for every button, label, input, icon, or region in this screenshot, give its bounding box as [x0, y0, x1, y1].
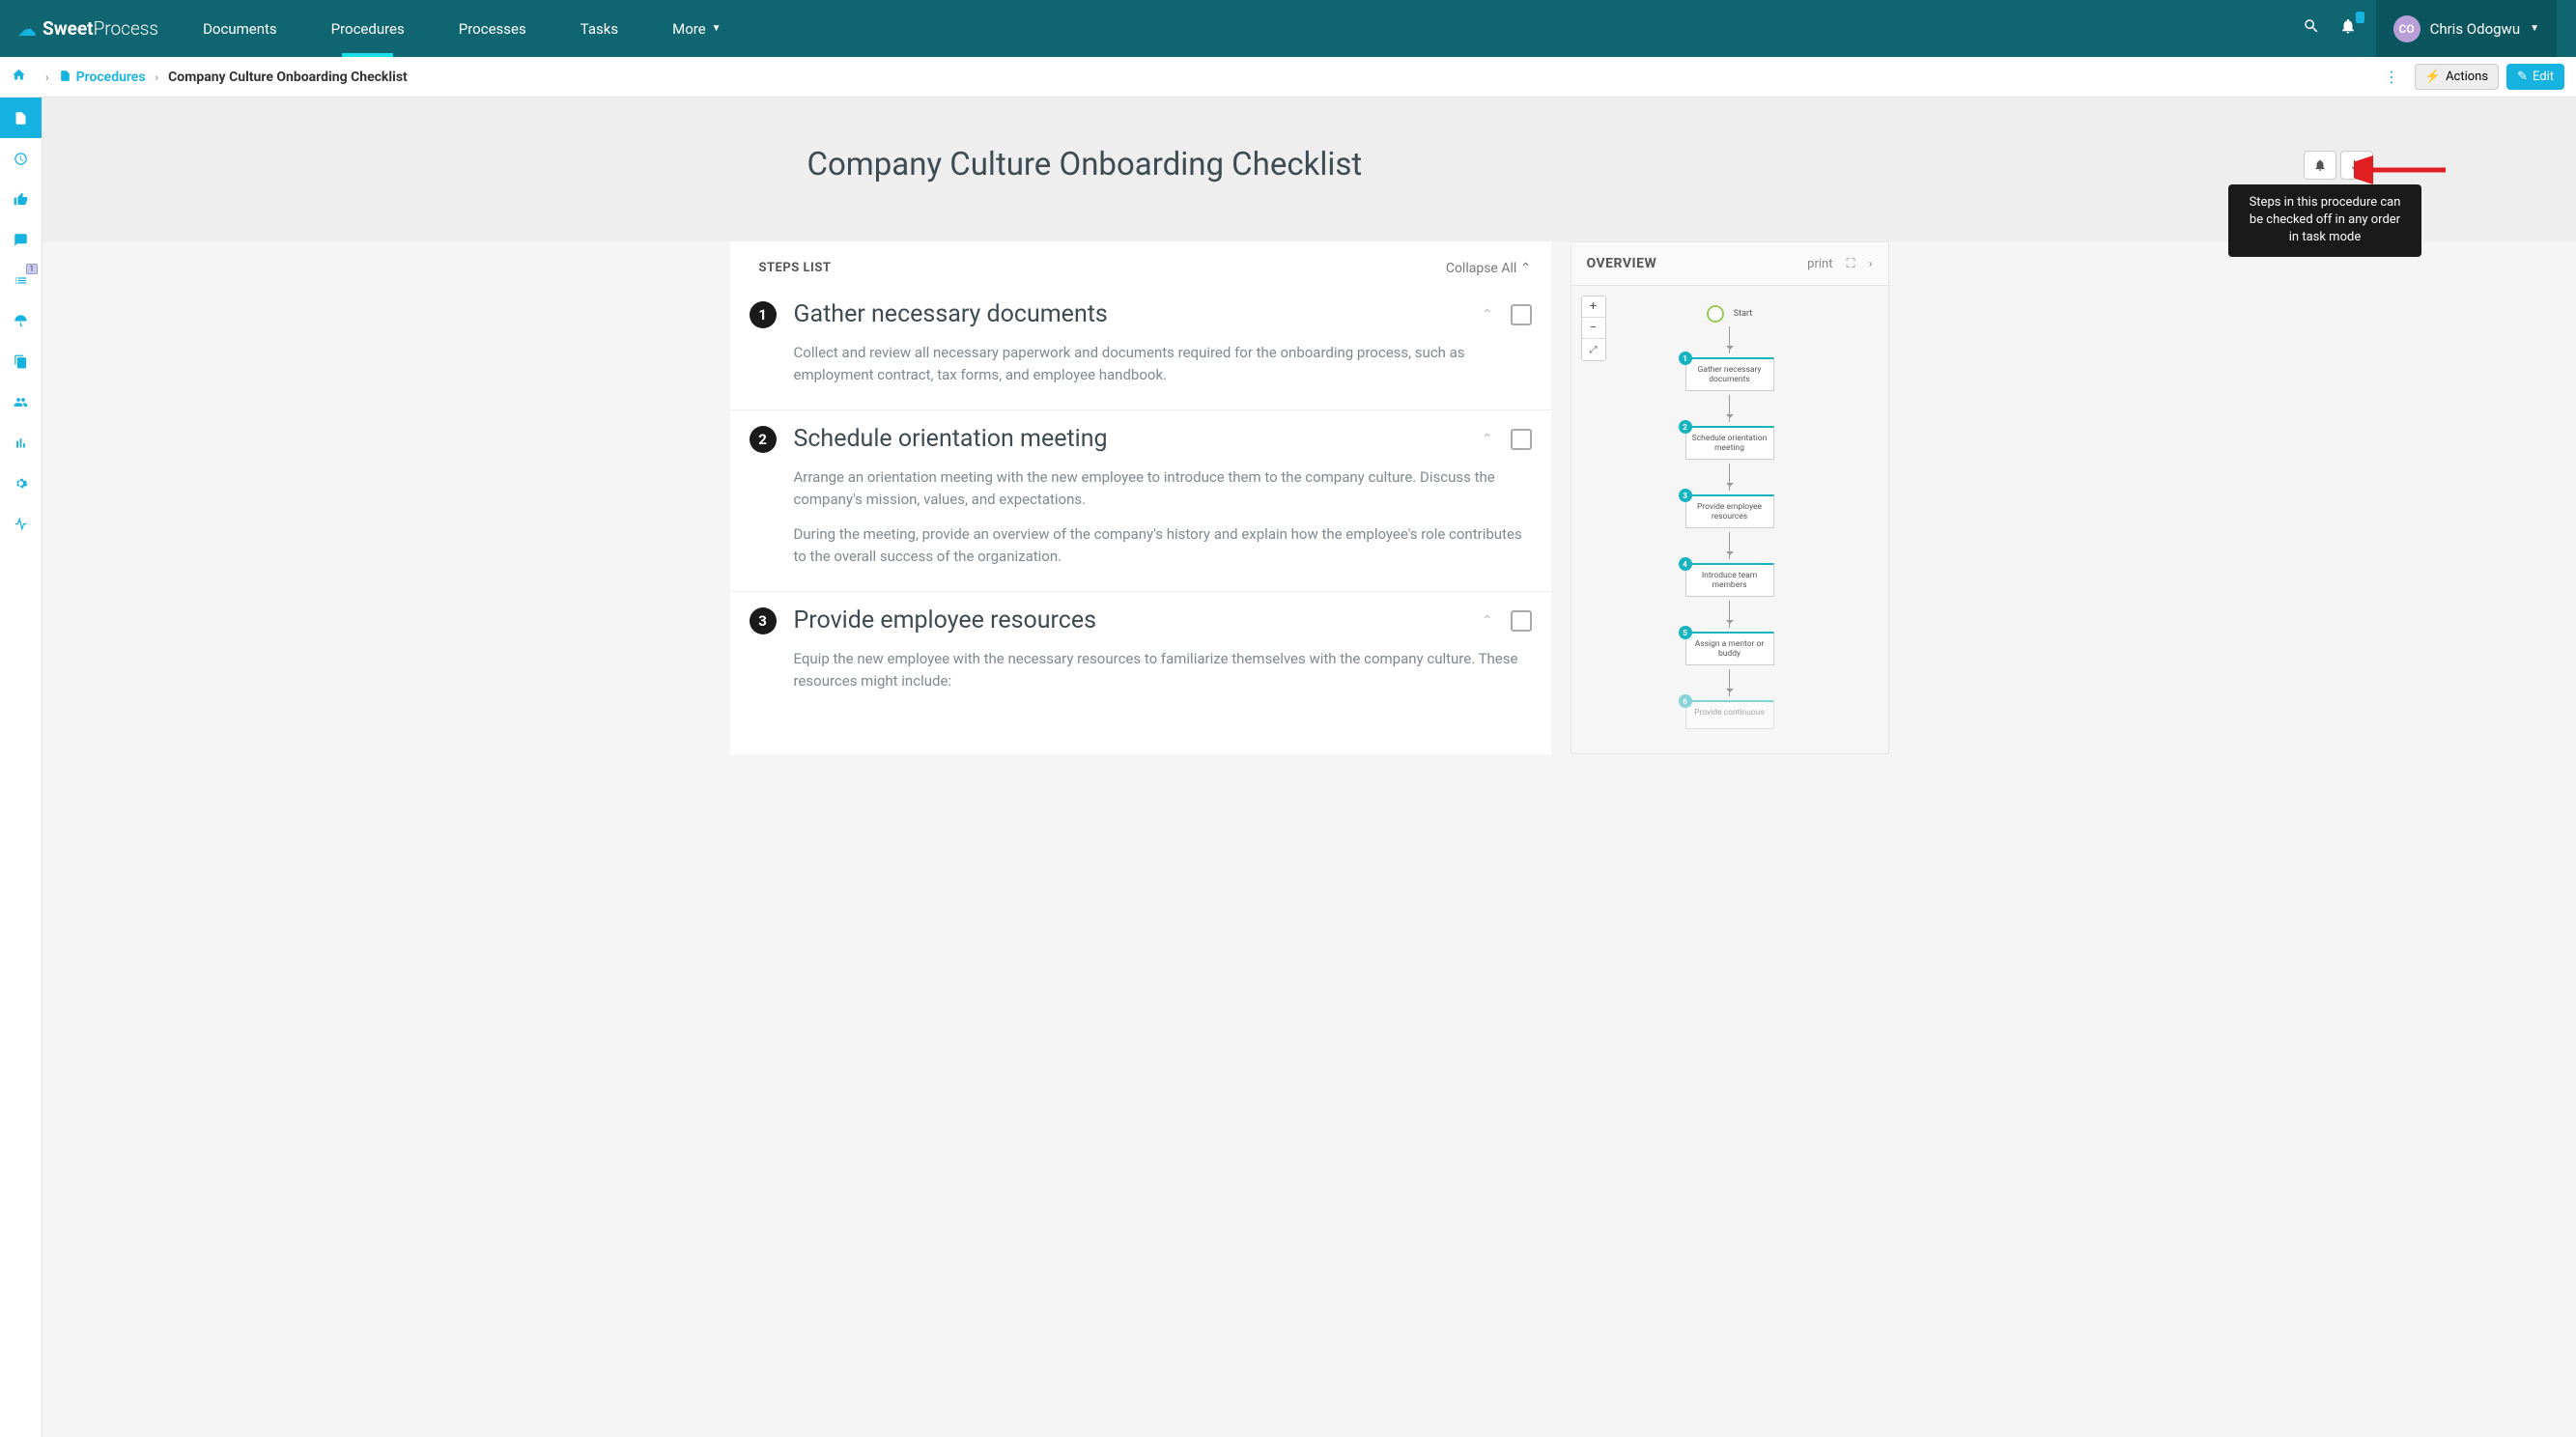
edit-icon: ✎: [2517, 70, 2528, 84]
flow-arrow-icon: [1729, 601, 1730, 628]
flow-node[interactable]: 2Schedule orientation meeting: [1685, 426, 1774, 460]
step-number: 1: [750, 301, 777, 328]
flow-node[interactable]: 6Provide continuous: [1685, 700, 1774, 729]
chevron-right-icon[interactable]: ›: [1869, 257, 1873, 271]
nav-tasks[interactable]: Tasks: [553, 0, 645, 57]
order-toggle-button[interactable]: [2340, 151, 2373, 180]
sidebar-users-icon[interactable]: [0, 381, 42, 422]
logo-text-bold: Sweet: [42, 17, 94, 40]
step-item: 3 Provide employee resources ⌃ Equip the…: [730, 592, 1551, 716]
top-nav: ☁ SweetProcess Documents Procedures Proc…: [0, 0, 2576, 57]
sidebar-file-icon[interactable]: [0, 98, 42, 138]
sidebar-pulse-icon[interactable]: [0, 503, 42, 544]
left-sidebar: 1: [0, 98, 42, 1437]
nav-more[interactable]: More▼: [645, 0, 748, 57]
zoom-out-button[interactable]: −: [1582, 318, 1605, 339]
steps-list-label: STEPS LIST: [759, 261, 832, 276]
chevron-up-icon: ⌃: [1520, 261, 1532, 276]
collapse-step-icon[interactable]: ⌃: [1482, 307, 1493, 323]
sidebar-list-icon[interactable]: 1: [0, 260, 42, 300]
page-title: Company Culture Onboarding Checklist: [807, 146, 1363, 183]
tooltip: Steps in this procedure can be checked o…: [2228, 184, 2421, 257]
step-item: 2 Schedule orientation meeting ⌃ Arrange…: [730, 410, 1551, 592]
steps-column: STEPS LIST Collapse All ⌃ 1 Gather neces…: [730, 241, 1551, 754]
logo-text-light: Process: [94, 17, 158, 40]
overview-panel: OVERVIEW print ⛶ › + − ⤢: [1571, 241, 1889, 754]
step-checkbox[interactable]: [1511, 304, 1532, 325]
zoom-controls: + − ⤢: [1581, 296, 1606, 361]
flowchart: Start 1Gather necessary documents 2Sched…: [1583, 297, 1877, 729]
flow-node[interactable]: 5Assign a mentor or buddy: [1685, 632, 1774, 665]
file-icon: [59, 68, 71, 86]
sidebar-clock-icon[interactable]: [0, 138, 42, 179]
step-body: Collect and review all necessary paperwo…: [794, 342, 1532, 385]
home-icon[interactable]: [12, 68, 26, 86]
step-body: Arrange an orientation meeting with the …: [794, 466, 1532, 567]
sidebar-thumb-icon[interactable]: [0, 179, 42, 219]
avatar: CO: [2393, 15, 2420, 42]
sidebar-gear-icon[interactable]: [0, 463, 42, 503]
sidebar-copy-icon[interactable]: [0, 341, 42, 381]
breadcrumb-procedures[interactable]: Procedures: [76, 70, 146, 85]
bell-icon[interactable]: [2339, 17, 2357, 40]
flow-node[interactable]: 1Gather necessary documents: [1685, 357, 1774, 391]
logo-icon: ☁: [17, 17, 37, 41]
breadcrumb-bar: › Procedures › Company Culture Onboardin…: [0, 57, 2576, 98]
flow-start-label: Start: [1734, 309, 1752, 319]
collapse-step-icon[interactable]: ⌃: [1482, 613, 1493, 629]
user-name: Chris Odogwu: [2430, 20, 2521, 38]
step-title: Schedule orientation meeting: [794, 425, 1464, 453]
bolt-icon: ⚡: [2425, 70, 2441, 84]
flow-arrow-icon: [1729, 669, 1730, 696]
step-body: Equip the new employee with the necessar…: [794, 648, 1532, 691]
edit-button[interactable]: ✎ Edit: [2506, 64, 2564, 90]
flow-arrow-icon: [1729, 532, 1730, 559]
flow-node[interactable]: 4Introduce team members: [1685, 563, 1774, 597]
bell-button[interactable]: [2304, 151, 2336, 180]
breadcrumb-current: Company Culture Onboarding Checklist: [168, 70, 408, 85]
chevron-down-icon: ▼: [2530, 23, 2539, 34]
collapse-all-button[interactable]: Collapse All ⌃: [1446, 261, 1532, 276]
sidebar-list-badge: 1: [26, 264, 39, 274]
zoom-fit-button[interactable]: ⤢: [1582, 339, 1605, 360]
step-item: 1 Gather necessary documents ⌃ Collect a…: [730, 286, 1551, 410]
print-button[interactable]: print: [1807, 257, 1832, 271]
nav-documents[interactable]: Documents: [176, 0, 304, 57]
step-title: Provide employee resources: [794, 606, 1464, 634]
user-menu[interactable]: CO Chris Odogwu ▼: [2376, 0, 2557, 57]
chevron-right-icon: ›: [156, 70, 159, 84]
step-number: 2: [750, 426, 777, 453]
step-checkbox[interactable]: [1511, 429, 1532, 450]
more-vertical-icon[interactable]: ⋮: [2376, 68, 2407, 86]
logo[interactable]: ☁ SweetProcess: [0, 17, 176, 41]
nav-processes[interactable]: Processes: [432, 0, 553, 57]
chevron-right-icon: ›: [45, 70, 49, 84]
step-checkbox[interactable]: [1511, 610, 1532, 632]
search-icon[interactable]: [2303, 17, 2320, 40]
step-title: Gather necessary documents: [794, 300, 1464, 328]
nav-right: CO Chris Odogwu ▼: [2303, 0, 2576, 57]
flow-node[interactable]: 3Provide employee resources: [1685, 494, 1774, 528]
zoom-in-button[interactable]: +: [1582, 296, 1605, 318]
actions-button[interactable]: ⚡ Actions: [2415, 64, 2499, 90]
sidebar-umbrella-icon[interactable]: [0, 300, 42, 341]
title-area: Company Culture Onboarding Checklist Ste…: [42, 98, 2576, 241]
flow-arrow-icon: [1729, 326, 1730, 353]
step-number: 3: [750, 607, 777, 634]
expand-icon[interactable]: ⛶: [1846, 257, 1854, 271]
chevron-down-icon: ▼: [712, 23, 722, 34]
sidebar-chat-icon[interactable]: [0, 219, 42, 260]
sidebar-chart-icon[interactable]: [0, 422, 42, 463]
nav-items: Documents Procedures Processes Tasks Mor…: [176, 0, 749, 57]
collapse-step-icon[interactable]: ⌃: [1482, 432, 1493, 447]
flow-arrow-icon: [1729, 464, 1730, 491]
notification-badge: [2356, 12, 2364, 23]
flow-start-node[interactable]: [1707, 305, 1724, 323]
flow-arrow-icon: [1729, 395, 1730, 422]
nav-procedures[interactable]: Procedures: [304, 0, 432, 57]
overview-title: OVERVIEW: [1587, 256, 1657, 271]
